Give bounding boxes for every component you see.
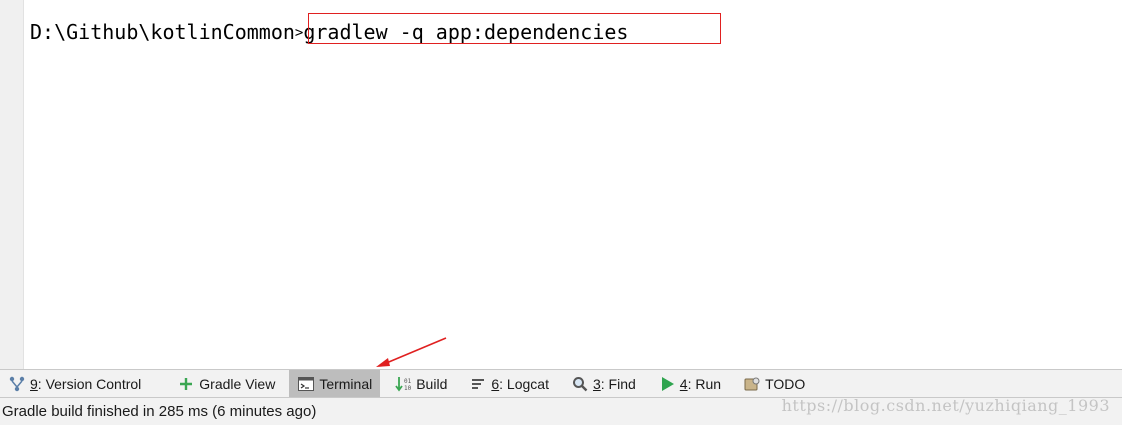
tab-logcat-label: : Logcat: [499, 375, 549, 392]
terminal-panel[interactable]: D:\Github\kotlinCommon>gradlew -q app:de…: [24, 0, 1122, 369]
command-highlight-box: [308, 13, 721, 44]
plus-icon: [177, 375, 195, 393]
search-icon: [571, 375, 589, 393]
tab-find-label: : Find: [600, 375, 636, 392]
tab-logcat-key: 6: [491, 375, 500, 392]
tab-run-key: 4: [679, 375, 688, 392]
build-icon: 01 10: [394, 375, 412, 393]
tab-run-label: : Run: [687, 375, 722, 392]
play-icon: [658, 375, 676, 393]
watermark-text: https://blog.csdn.net/yuzhiqiang_1993: [781, 396, 1110, 415]
svg-text:01: 01: [404, 378, 411, 385]
svg-text:10: 10: [404, 385, 411, 392]
tab-find[interactable]: 3: Find: [563, 370, 644, 397]
tab-gradle-view[interactable]: Gradle View: [169, 370, 283, 397]
version-control-icon: [8, 375, 26, 393]
status-message[interactable]: Gradle build finished in 285 ms (6 minut…: [2, 403, 316, 420]
tab-version-control-key: 9: [30, 375, 38, 392]
tab-version-control-label: : Version Control: [37, 375, 142, 392]
tab-logcat[interactable]: 6: Logcat: [461, 370, 557, 397]
logcat-icon: [469, 375, 487, 393]
tab-terminal-label: Terminal: [319, 375, 373, 392]
terminal-icon: [297, 375, 315, 393]
tool-window-bar: 9: Version Control Gradle View Terminal …: [0, 369, 1122, 398]
tab-terminal[interactable]: Terminal: [289, 370, 381, 397]
tab-build-label: Build: [416, 375, 448, 392]
tab-find-key: 3: [592, 375, 601, 392]
tab-todo[interactable]: TODO: [735, 370, 813, 397]
tab-gradle-view-label: Gradle View: [199, 375, 276, 392]
tab-run[interactable]: 4: Run: [650, 370, 729, 397]
terminal-prompt: D:\Github\kotlinCommon: [30, 20, 295, 44]
todo-icon: [743, 375, 761, 393]
tab-todo-label: TODO: [765, 375, 806, 392]
tab-version-control[interactable]: 9: Version Control: [0, 370, 149, 397]
annotation-arrow-icon: [376, 337, 447, 367]
tab-build[interactable]: 01 10 Build: [386, 370, 455, 397]
editor-gutter: [0, 0, 24, 369]
